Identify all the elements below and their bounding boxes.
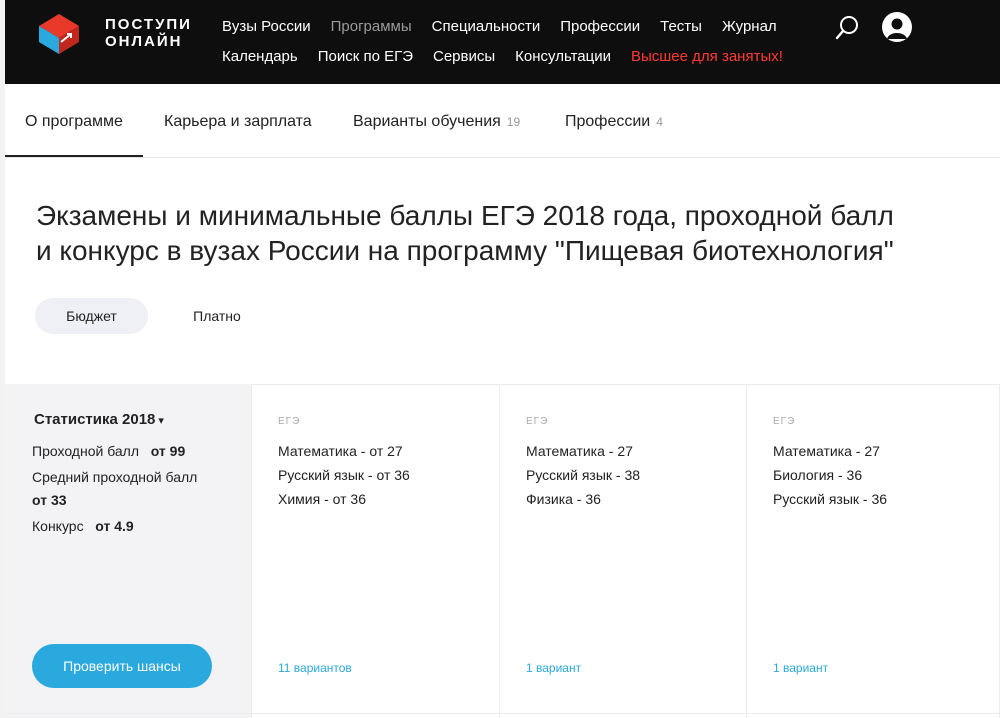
nav-item-specialties[interactable]: Специальности bbox=[432, 17, 541, 37]
exam-subject: Математика - 27 bbox=[526, 443, 633, 459]
tab-career-label: Карьера и зарплата bbox=[164, 113, 312, 130]
exam-card-label: ЕГЭ bbox=[773, 416, 796, 427]
exam-subject: Русский язык - 36 bbox=[773, 491, 888, 507]
stat-competition: Конкурс от 4.9 bbox=[32, 517, 134, 535]
exam-card-label: ЕГЭ bbox=[278, 416, 301, 427]
check-chances-button[interactable]: Проверить шансы bbox=[32, 644, 212, 688]
variants-link[interactable]: 11 вариантов bbox=[278, 661, 352, 675]
nav-item-tests[interactable]: Тесты bbox=[660, 17, 702, 37]
logo-mark-icon bbox=[39, 14, 79, 54]
site-header: ПОСТУПИ ОНЛАЙН Вузы России Программы Специ… bbox=[5, 0, 1000, 84]
stat-pass-score: Проходной балл от 99 bbox=[32, 442, 185, 460]
nav-item-consultations[interactable]: Консультации bbox=[515, 47, 611, 67]
stat-pass-value: от 99 bbox=[150, 443, 186, 459]
variants-link[interactable]: 1 вариант bbox=[526, 661, 581, 675]
exam-subject: Химия - от 36 bbox=[278, 491, 366, 507]
nav-item-ege-search[interactable]: Поиск по ЕГЭ bbox=[318, 47, 413, 67]
tab-professions-count: 4 bbox=[656, 115, 663, 129]
exam-subject: Математика - от 27 bbox=[278, 443, 403, 459]
exam-subject: Русский язык - от 36 bbox=[278, 467, 410, 483]
user-icon[interactable] bbox=[882, 12, 912, 42]
stat-avg-value: от 33 bbox=[32, 492, 67, 508]
tab-professions-label: Профессии bbox=[565, 113, 651, 130]
exam-subject: Физика - 36 bbox=[526, 491, 601, 507]
bottom-divider bbox=[5, 713, 1000, 714]
nav-row-1: Вузы России Программы Специальности Професс… bbox=[222, 17, 797, 37]
nav-item-services[interactable]: Сервисы bbox=[433, 47, 495, 67]
exam-subject: Математика - 27 bbox=[773, 443, 880, 459]
nav-item-professions[interactable]: Профессии bbox=[560, 17, 640, 37]
stat-avg-score-label: Средний проходной балл bbox=[32, 469, 198, 485]
exam-card-2: ЕГЭ Математика - 27 Русский язык - 38 Фи… bbox=[499, 384, 746, 718]
logo-line-1: ПОСТУПИ bbox=[105, 16, 192, 33]
nav-item-universities[interactable]: Вузы России bbox=[222, 17, 311, 37]
tab-about-label: О программе bbox=[25, 113, 123, 130]
nav-item-higher-for-busy[interactable]: Высшее для занятых! bbox=[631, 47, 783, 67]
nav-item-journal[interactable]: Журнал bbox=[722, 17, 777, 37]
search-icon[interactable] bbox=[835, 14, 861, 40]
tab-study-options-label: Варианты обучения bbox=[353, 113, 501, 130]
site-logo[interactable]: ПОСТУПИ ОНЛАЙН bbox=[35, 12, 215, 56]
page-title: Экзамены и минимальные баллы ЕГЭ 2018 го… bbox=[36, 198, 986, 268]
stat-avg-score-value: от 33 bbox=[32, 491, 67, 509]
stat-competition-value: от 4.9 bbox=[95, 518, 134, 534]
nav-row-2: Календарь Поиск по ЕГЭ Сервисы Консультации… bbox=[222, 47, 803, 67]
stats-year-selector[interactable]: Статистика 2018 ▾ bbox=[34, 411, 164, 428]
paid-toggle[interactable]: Платно bbox=[180, 298, 254, 334]
exam-card-3: ЕГЭ Математика - 27 Биология - 36 Русски… bbox=[746, 384, 1000, 718]
tab-about[interactable]: О программе bbox=[5, 84, 143, 157]
page-title-line-2: и конкурс в вузах России на программу "П… bbox=[36, 235, 894, 266]
exam-card-1: ЕГЭ Математика - от 27 Русский язык - от… bbox=[251, 384, 499, 718]
stat-pass-label: Проходной балл bbox=[32, 443, 140, 459]
stat-competition-label: Конкурс bbox=[32, 518, 84, 534]
tab-study-options-count: 19 bbox=[506, 115, 521, 129]
nav-item-programs[interactable]: Программы bbox=[331, 17, 412, 37]
chevron-down-icon: ▾ bbox=[158, 415, 164, 427]
user-silhouette-icon bbox=[887, 18, 907, 39]
tab-professions[interactable]: Профессии 4 bbox=[565, 84, 663, 157]
variants-link[interactable]: 1 вариант bbox=[773, 661, 828, 675]
page-title-line-1: Экзамены и минимальные баллы ЕГЭ 2018 го… bbox=[36, 200, 894, 231]
nav-item-calendar[interactable]: Календарь bbox=[222, 47, 298, 67]
exam-subject: Биология - 36 bbox=[773, 467, 863, 483]
stats-heading: Статистика 2018 bbox=[34, 411, 156, 428]
tab-study-options[interactable]: Варианты обучения 19 bbox=[353, 84, 520, 157]
exam-subject: Русский язык - 38 bbox=[526, 467, 641, 483]
exam-card-label: ЕГЭ bbox=[526, 416, 549, 427]
budget-toggle[interactable]: Бюджет bbox=[35, 298, 148, 334]
program-tabs: О программе Карьера и зарплата Варианты … bbox=[5, 84, 1000, 158]
stats-panel: Статистика 2018 ▾ Проходной балл от 99 Ср… bbox=[5, 384, 251, 718]
tab-career[interactable]: Карьера и зарплата bbox=[164, 84, 312, 157]
logo-text: ПОСТУПИ ОНЛАЙН bbox=[105, 16, 192, 50]
logo-line-2: ОНЛАЙН bbox=[105, 33, 183, 50]
